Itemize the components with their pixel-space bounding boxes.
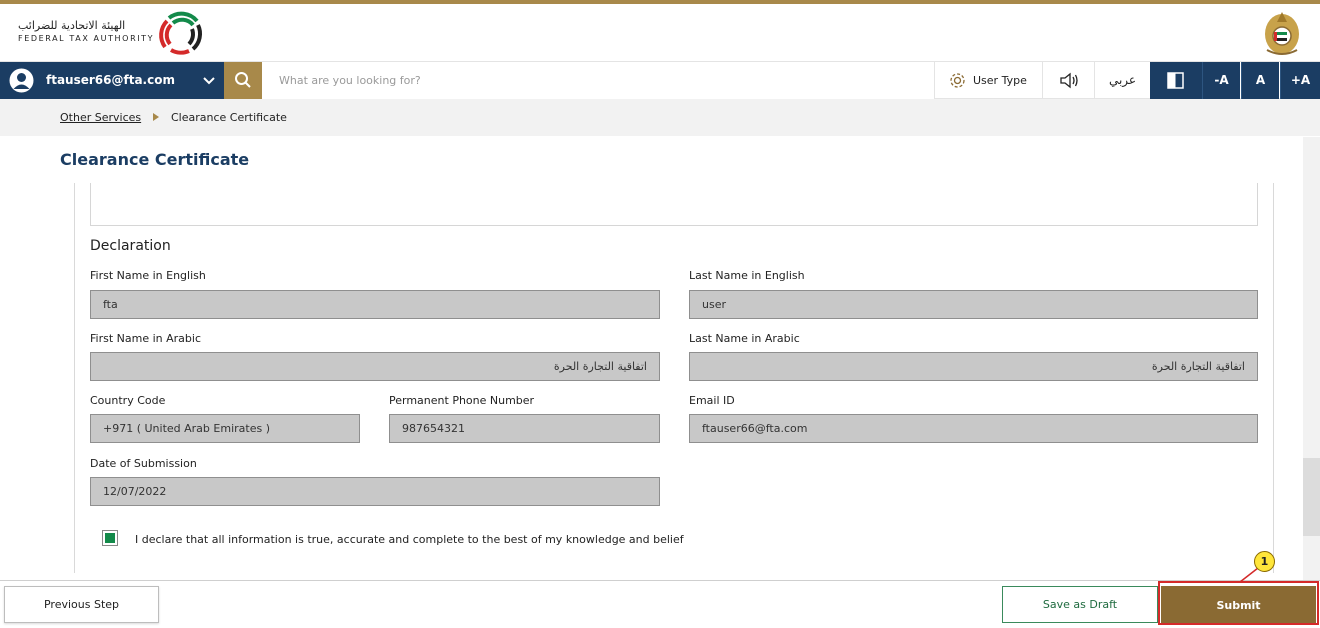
breadcrumb-current: Clearance Certificate <box>171 111 287 124</box>
breadcrumb-separator-icon <box>153 113 159 121</box>
gear-icon <box>950 73 965 88</box>
declaration-heading: Declaration <box>90 238 171 254</box>
user-type-button[interactable]: User Type <box>934 62 1042 99</box>
phone-number-label: Permanent Phone Number <box>389 394 535 407</box>
font-increase-button[interactable]: +A <box>1280 62 1320 99</box>
previous-textarea[interactable] <box>90 183 1258 226</box>
save-as-draft-button[interactable]: Save as Draft <box>1002 586 1158 623</box>
last-name-english-label: Last Name in English <box>689 269 805 282</box>
top-navbar: ftauser66@fta.com User Type عربي -A A <box>0 61 1320 99</box>
first-name-english-field[interactable]: fta <box>90 290 660 319</box>
phone-number-field[interactable]: 987654321 <box>389 414 660 443</box>
first-name-arabic-field[interactable]: اتفاقية التجارة الحرة <box>90 352 660 381</box>
country-code-field[interactable]: +971 ( United Arab Emirates ) <box>90 414 360 443</box>
logo-english-text: FEDERAL TAX AUTHORITY <box>18 34 155 43</box>
declaration-checkbox[interactable] <box>102 530 118 546</box>
search-input[interactable] <box>262 62 934 99</box>
page-title: Clearance Certificate <box>60 150 250 169</box>
action-footer: Previous Step Save as Draft Submit <box>0 580 1320 628</box>
country-code-label: Country Code <box>90 394 166 407</box>
chevron-down-icon[interactable] <box>202 74 216 88</box>
submit-highlight-box <box>1158 581 1319 625</box>
arabic-language-button[interactable]: عربي <box>1094 62 1150 99</box>
site-header: الهيئة الاتحادية للضرائب FEDERAL TAX AUT… <box>0 4 1320 61</box>
contrast-icon <box>1167 72 1184 89</box>
email-id-field[interactable]: ftauser66@fta.com <box>689 414 1258 443</box>
search-icon <box>235 72 251 88</box>
last-name-english-field[interactable]: user <box>689 290 1258 319</box>
uae-emblem-icon <box>1265 12 1299 55</box>
first-name-arabic-label: First Name in Arabic <box>90 332 201 345</box>
scrollbar-thumb[interactable] <box>1303 458 1320 536</box>
email-id-label: Email ID <box>689 394 735 407</box>
font-decrease-button[interactable]: -A <box>1202 62 1240 99</box>
declaration-text: I declare that all information is true, … <box>135 533 684 546</box>
search-button[interactable] <box>224 62 262 99</box>
user-type-label: User Type <box>973 74 1027 87</box>
speaker-icon <box>1060 72 1078 89</box>
first-name-english-label: First Name in English <box>90 269 206 282</box>
text-to-speech-button[interactable] <box>1042 62 1094 99</box>
date-of-submission-label: Date of Submission <box>90 457 197 470</box>
contrast-toggle-button[interactable] <box>1150 62 1202 99</box>
breadcrumb-other-services-link[interactable]: Other Services <box>60 111 141 124</box>
previous-step-button[interactable]: Previous Step <box>4 586 159 623</box>
fta-logo-icon[interactable] <box>157 9 205 57</box>
user-email: ftauser66@fta.com <box>46 73 175 87</box>
callout-number-badge: 1 <box>1254 551 1275 572</box>
font-reset-button[interactable]: A <box>1241 62 1279 99</box>
last-name-arabic-label: Last Name in Arabic <box>689 332 800 345</box>
breadcrumb: Other Services Clearance Certificate <box>0 99 1320 136</box>
logo-arabic-text: الهيئة الاتحادية للضرائب <box>18 19 126 32</box>
user-avatar-icon <box>9 68 34 93</box>
last-name-arabic-field[interactable]: اتفاقية التجارة الحرة <box>689 352 1258 381</box>
date-of-submission-field[interactable]: 12/07/2022 <box>90 477 660 506</box>
user-menu[interactable]: ftauser66@fta.com <box>0 62 224 99</box>
